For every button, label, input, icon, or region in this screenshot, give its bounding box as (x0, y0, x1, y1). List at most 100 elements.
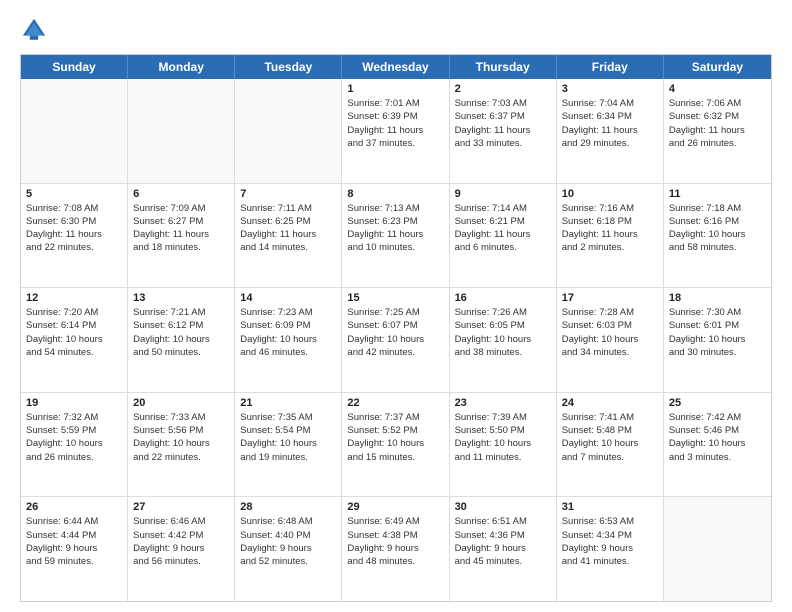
day-cell-15: 15 Sunrise: 7:25 AM Sunset: 6:07 PM Dayli… (342, 288, 449, 392)
day-number: 3 (562, 83, 658, 95)
day-cell-9: 9Sunrise: 7:14 AM Sunset: 6:21 PM Daylig… (450, 184, 557, 288)
day-cell-17: 17 Sunrise: 7:28 AM Sunset: 6:03 PM Dayli… (557, 288, 664, 392)
day-cell-7: 7Sunrise: 7:11 AM Sunset: 6:25 PM Daylig… (235, 184, 342, 288)
header-day-tuesday: Tuesday (235, 55, 342, 79)
day-info: Sunrise: 6:53 AM Sunset: 4:34 PM Dayligh… (562, 515, 658, 568)
header-day-monday: Monday (128, 55, 235, 79)
day-number: 14 (240, 292, 336, 304)
day-cell-10: 10 Sunrise: 7:16 AM Sunset: 6:18 PM Dayli… (557, 184, 664, 288)
day-info: Sunrise: 6:51 AM Sunset: 4:36 PM Dayligh… (455, 515, 551, 568)
calendar: SundayMondayTuesdayWednesdayThursdayFrid… (20, 54, 772, 602)
day-number: 17 (562, 292, 658, 304)
header-day-thursday: Thursday (450, 55, 557, 79)
header-day-saturday: Saturday (664, 55, 771, 79)
day-info: Sunrise: 6:44 AM Sunset: 4:44 PM Dayligh… (26, 515, 122, 568)
day-number: 27 (133, 501, 229, 513)
day-number: 9 (455, 188, 551, 200)
empty-cell-0-2 (235, 79, 342, 183)
day-info: Sunrise: 7:30 AM Sunset: 6:01 PM Dayligh… (669, 306, 766, 359)
calendar-row-4: 19Sunrise: 7:32 AM Sunset: 5:59 PM Dayli… (21, 393, 771, 498)
day-cell-8: 8 Sunrise: 7:13 AM Sunset: 6:23 PM Daylig… (342, 184, 449, 288)
header-day-sunday: Sunday (21, 55, 128, 79)
day-info: Sunrise: 7:33 AM Sunset: 5:56 PM Dayligh… (133, 411, 229, 464)
day-number: 29 (347, 501, 443, 513)
empty-cell-0-1 (128, 79, 235, 183)
day-cell-24: 24 Sunrise: 7:41 AM Sunset: 5:48 PM Dayli… (557, 393, 664, 497)
day-cell-20: 20 Sunrise: 7:33 AM Sunset: 5:56 PM Dayli… (128, 393, 235, 497)
day-cell-23: 23 Sunrise: 7:39 AM Sunset: 5:50 PM Dayli… (450, 393, 557, 497)
day-number: 22 (347, 397, 443, 409)
calendar-header: SundayMondayTuesdayWednesdayThursdayFrid… (21, 55, 771, 79)
day-cell-12: 12 Sunrise: 7:20 AM Sunset: 6:14 PM Dayli… (21, 288, 128, 392)
day-info: Sunrise: 7:37 AM Sunset: 5:52 PM Dayligh… (347, 411, 443, 464)
day-number: 13 (133, 292, 229, 304)
day-cell-11: 11 Sunrise: 7:18 AM Sunset: 6:16 PM Dayli… (664, 184, 771, 288)
day-number: 5 (26, 188, 122, 200)
day-info: Sunrise: 7:25 AM Sunset: 6:07 PM Dayligh… (347, 306, 443, 359)
day-cell-16: 16Sunrise: 7:26 AM Sunset: 6:05 PM Dayli… (450, 288, 557, 392)
calendar-body: 1 Sunrise: 7:01 AM Sunset: 6:39 PM Daylig… (21, 79, 771, 601)
day-number: 12 (26, 292, 122, 304)
day-cell-18: 18Sunrise: 7:30 AM Sunset: 6:01 PM Dayli… (664, 288, 771, 392)
day-cell-29: 29 Sunrise: 6:49 AM Sunset: 4:38 PM Dayli… (342, 497, 449, 601)
day-number: 10 (562, 188, 658, 200)
day-info: Sunrise: 6:48 AM Sunset: 4:40 PM Dayligh… (240, 515, 336, 568)
day-number: 30 (455, 501, 551, 513)
day-number: 23 (455, 397, 551, 409)
day-cell-31: 31 Sunrise: 6:53 AM Sunset: 4:34 PM Dayli… (557, 497, 664, 601)
day-info: Sunrise: 7:20 AM Sunset: 6:14 PM Dayligh… (26, 306, 122, 359)
day-number: 21 (240, 397, 336, 409)
day-info: Sunrise: 6:49 AM Sunset: 4:38 PM Dayligh… (347, 515, 443, 568)
day-number: 6 (133, 188, 229, 200)
calendar-row-3: 12 Sunrise: 7:20 AM Sunset: 6:14 PM Dayli… (21, 288, 771, 393)
day-number: 28 (240, 501, 336, 513)
day-info: Sunrise: 7:01 AM Sunset: 6:39 PM Dayligh… (347, 97, 443, 150)
day-number: 1 (347, 83, 443, 95)
day-info: Sunrise: 7:06 AM Sunset: 6:32 PM Dayligh… (669, 97, 766, 150)
day-cell-4: 4Sunrise: 7:06 AM Sunset: 6:32 PM Daylig… (664, 79, 771, 183)
day-cell-30: 30 Sunrise: 6:51 AM Sunset: 4:36 PM Dayli… (450, 497, 557, 601)
day-number: 24 (562, 397, 658, 409)
day-cell-13: 13 Sunrise: 7:21 AM Sunset: 6:12 PM Dayli… (128, 288, 235, 392)
calendar-row-5: 26 Sunrise: 6:44 AM Sunset: 4:44 PM Dayli… (21, 497, 771, 601)
header-day-friday: Friday (557, 55, 664, 79)
day-number: 8 (347, 188, 443, 200)
page: SundayMondayTuesdayWednesdayThursdayFrid… (0, 0, 792, 612)
day-number: 7 (240, 188, 336, 200)
day-info: Sunrise: 7:35 AM Sunset: 5:54 PM Dayligh… (240, 411, 336, 464)
day-info: Sunrise: 7:41 AM Sunset: 5:48 PM Dayligh… (562, 411, 658, 464)
day-number: 16 (455, 292, 551, 304)
header (20, 16, 772, 44)
logo (20, 16, 52, 44)
day-info: Sunrise: 7:23 AM Sunset: 6:09 PM Dayligh… (240, 306, 336, 359)
day-number: 20 (133, 397, 229, 409)
day-info: Sunrise: 7:18 AM Sunset: 6:16 PM Dayligh… (669, 202, 766, 255)
day-info: Sunrise: 7:21 AM Sunset: 6:12 PM Dayligh… (133, 306, 229, 359)
header-day-wednesday: Wednesday (342, 55, 449, 79)
day-info: Sunrise: 7:28 AM Sunset: 6:03 PM Dayligh… (562, 306, 658, 359)
day-cell-6: 6 Sunrise: 7:09 AM Sunset: 6:27 PM Daylig… (128, 184, 235, 288)
day-info: Sunrise: 7:13 AM Sunset: 6:23 PM Dayligh… (347, 202, 443, 255)
day-info: Sunrise: 7:39 AM Sunset: 5:50 PM Dayligh… (455, 411, 551, 464)
day-number: 19 (26, 397, 122, 409)
day-info: Sunrise: 7:42 AM Sunset: 5:46 PM Dayligh… (669, 411, 766, 464)
empty-cell-4-6 (664, 497, 771, 601)
day-number: 11 (669, 188, 766, 200)
day-cell-19: 19Sunrise: 7:32 AM Sunset: 5:59 PM Dayli… (21, 393, 128, 497)
day-info: Sunrise: 7:04 AM Sunset: 6:34 PM Dayligh… (562, 97, 658, 150)
logo-icon (20, 16, 48, 44)
day-cell-5: 5Sunrise: 7:08 AM Sunset: 6:30 PM Daylig… (21, 184, 128, 288)
day-number: 26 (26, 501, 122, 513)
calendar-row-2: 5Sunrise: 7:08 AM Sunset: 6:30 PM Daylig… (21, 184, 771, 289)
day-cell-1: 1 Sunrise: 7:01 AM Sunset: 6:39 PM Daylig… (342, 79, 449, 183)
day-number: 31 (562, 501, 658, 513)
day-info: Sunrise: 7:03 AM Sunset: 6:37 PM Dayligh… (455, 97, 551, 150)
day-number: 25 (669, 397, 766, 409)
day-info: Sunrise: 6:46 AM Sunset: 4:42 PM Dayligh… (133, 515, 229, 568)
day-cell-28: 28 Sunrise: 6:48 AM Sunset: 4:40 PM Dayli… (235, 497, 342, 601)
day-cell-27: 27 Sunrise: 6:46 AM Sunset: 4:42 PM Dayli… (128, 497, 235, 601)
day-info: Sunrise: 7:09 AM Sunset: 6:27 PM Dayligh… (133, 202, 229, 255)
day-info: Sunrise: 7:16 AM Sunset: 6:18 PM Dayligh… (562, 202, 658, 255)
day-cell-3: 3 Sunrise: 7:04 AM Sunset: 6:34 PM Daylig… (557, 79, 664, 183)
day-number: 15 (347, 292, 443, 304)
